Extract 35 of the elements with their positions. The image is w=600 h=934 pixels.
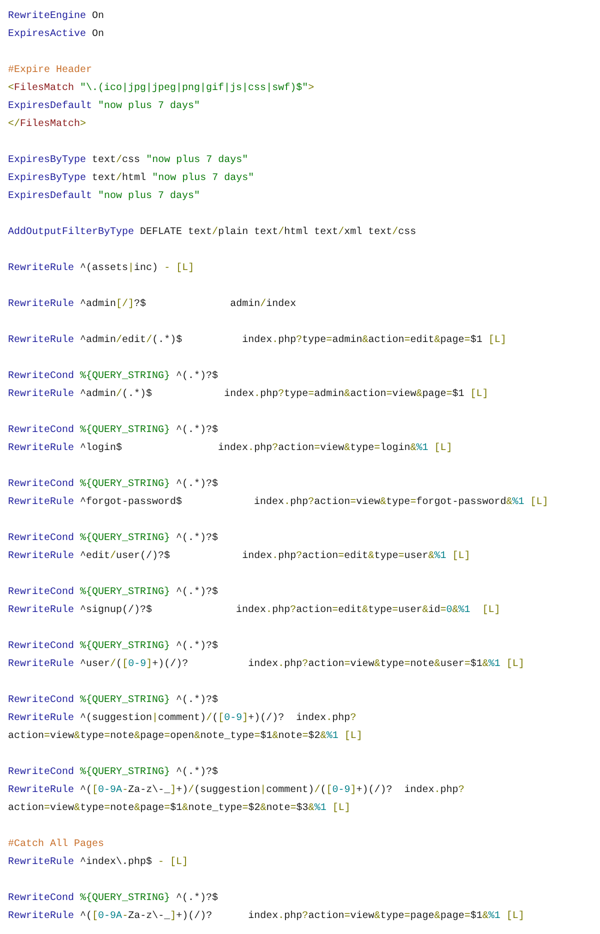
code-line: RewriteCond %{QUERY_STRING} ^(.*)?$ [8,766,218,780]
code-line: RewriteCond %{QUERY_STRING} ^(.*)?$ [8,586,218,600]
code-line: RewriteRule ^admin[/]?$ admin/index [8,298,296,312]
code-line: RewriteCond %{QUERY_STRING} ^(.*)?$ [8,532,218,546]
code-line: #Catch All Pages [8,838,104,852]
code-line: AddOutputFilterByType DEFLATE text/plain text/html text/xml text/css [8,226,416,240]
code-line: action=view&type=note&page=open&note_type=$1&note=$2&%1 [L] [8,730,362,744]
code-line: RewriteRule ^index\.php$ - [L] [8,856,188,870]
code-line: #Expire Header [8,64,92,78]
code-line: <FilesMatch "\.(ico|jpg|jpeg|png|gif|js|css|swf)$"> [8,82,314,96]
code-line: RewriteCond %{QUERY_STRING} ^(.*)?$ [8,478,218,492]
code-line: RewriteCond %{QUERY_STRING} ^(.*)?$ [8,694,218,708]
code-line: RewriteRule ^(suggestion|comment)/([0-9]+)(/)? index.php? [8,712,356,726]
code-line: RewriteCond %{QUERY_STRING} ^(.*)?$ [8,424,218,438]
code-line: ExpiresByType text/css "now plus 7 days" [8,154,248,168]
code-line: </FilesMatch> [8,118,86,132]
code-line: ExpiresDefault "now plus 7 days" [8,190,200,204]
code-line: RewriteCond %{QUERY_STRING} ^(.*)?$ [8,640,218,654]
code-line: RewriteRule ^([0-9A-Za-z\-_]+)/(suggestion|comment)/([0-9]+)(/)? index.php? [8,784,464,798]
code-line: RewriteCond %{QUERY_STRING} ^(.*)?$ [8,370,218,384]
code-line: RewriteRule ^login$ index.php?action=view&type=login&%1 [L] [8,442,452,456]
code-line: RewriteRule ^forgot-password$ index.php?action=view&type=forgot-password&%1 [L] [8,496,548,510]
code-line: ExpiresDefault "now plus 7 days" [8,100,200,114]
code-line: RewriteCond %{QUERY_STRING} ^(.*)?$ [8,892,218,906]
code-line: action=view&type=note&page=$1&note_type=$2&note=$3&%1 [L] [8,802,350,816]
code-line: RewriteEngine On [8,10,104,24]
code-line: RewriteRule ^admin/(.*)$ index.php?type=admin&action=view&page=$1 [L] [8,388,488,402]
code-line: RewriteRule ^edit/user(/)?$ index.php?action=edit&type=user&%1 [L] [8,550,470,564]
code-line: ExpiresByType text/html "now plus 7 days" [8,172,254,186]
code-line: RewriteRule ^(assets|inc) - [L] [8,262,194,276]
code-line: ExpiresActive On [8,28,104,42]
code-line: RewriteRule ^admin/edit/(.*)$ index.php?type=admin&action=edit&page=$1 [L] [8,334,506,348]
code-line: RewriteRule ^user/([0-9]+)(/)? index.php?action=view&type=note&user=$1&%1 [L] [8,658,524,672]
code-line: RewriteRule ^([0-9A-Za-z\-_]+)(/)? index.php?action=view&type=page&page=$1&%1 [L] [8,910,524,924]
code-line: RewriteRule ^signup(/)?$ index.php?action=edit&type=user&id=0&%1 [L] [8,604,500,618]
